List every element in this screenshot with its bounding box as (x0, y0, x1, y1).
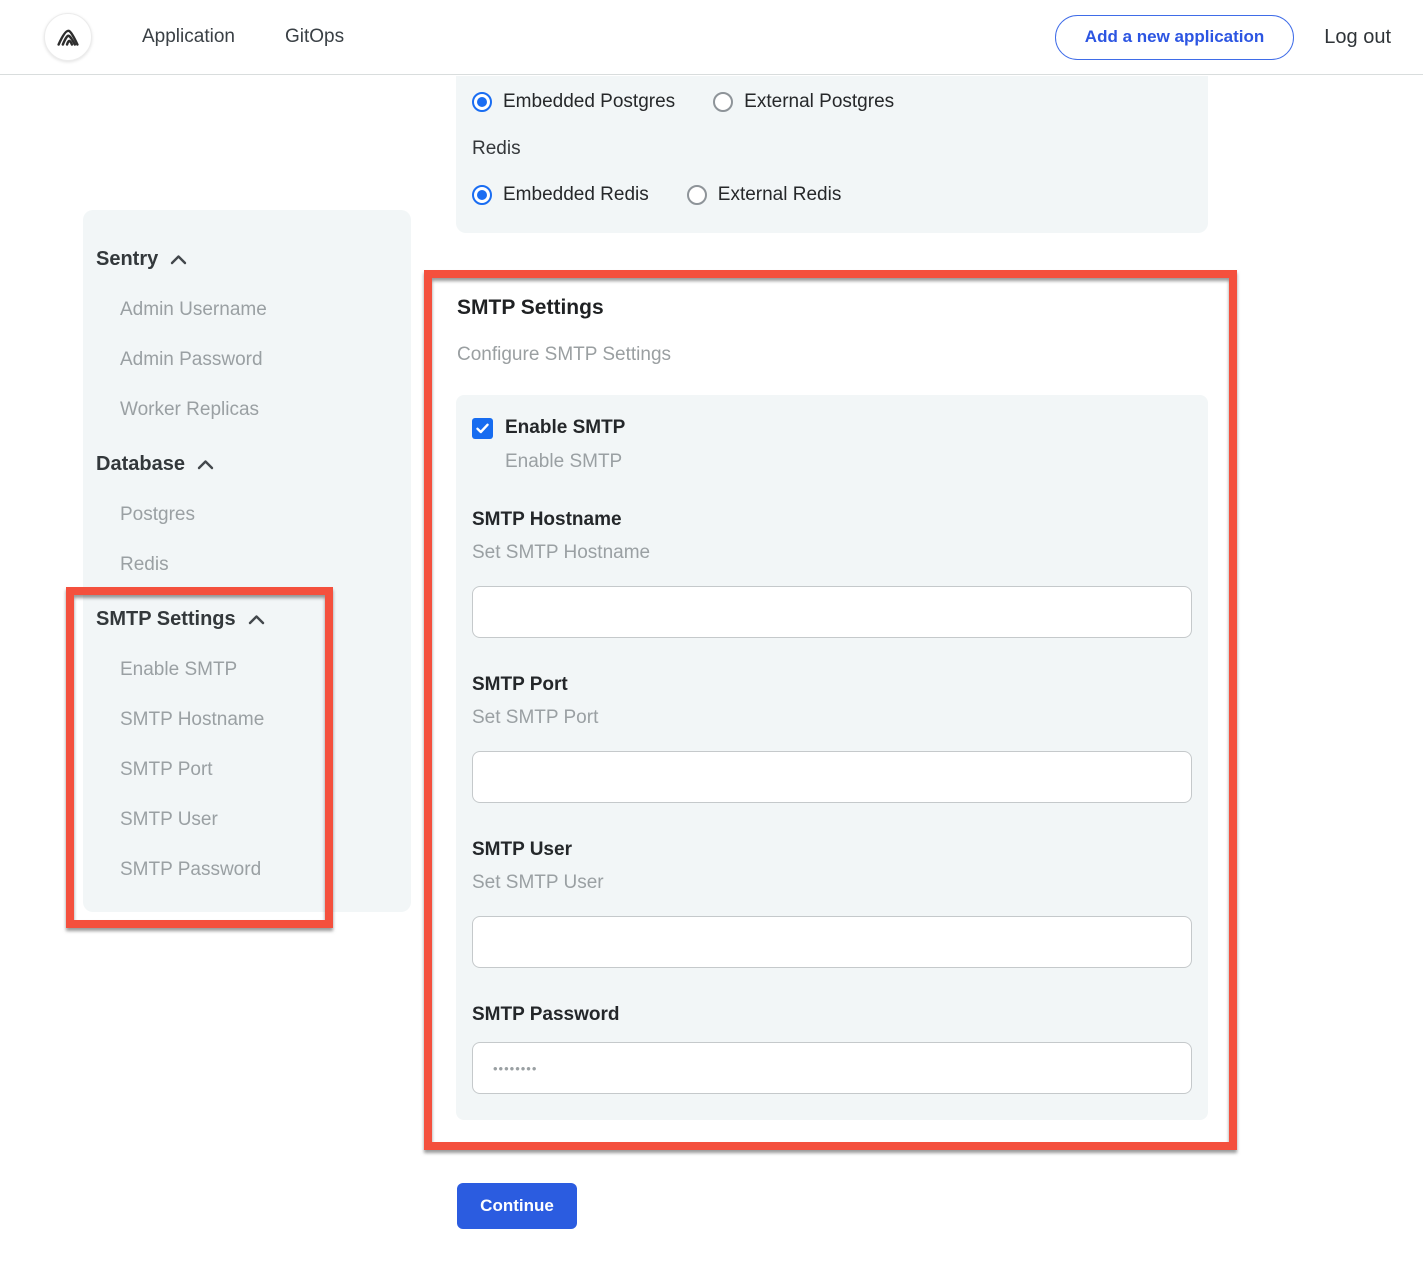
smtp-port-helper: Set SMTP Port (472, 707, 1192, 729)
sidebar-group-smtp-settings[interactable]: SMTP Settings (83, 594, 411, 645)
radio-label: External Redis (718, 184, 842, 206)
database-config-panel: Embedded Postgres External Postgres Redi… (456, 76, 1208, 233)
logout-link[interactable]: Log out (1324, 26, 1391, 49)
sidebar-item-smtp-port[interactable]: SMTP Port (83, 745, 411, 795)
smtp-section-subtitle: Configure SMTP Settings (457, 344, 671, 366)
sidebar-item-smtp-password[interactable]: SMTP Password (83, 845, 411, 895)
radio-external-postgres[interactable]: External Postgres (713, 91, 894, 113)
smtp-user-input[interactable] (472, 916, 1192, 968)
radio-label: External Postgres (744, 91, 894, 113)
smtp-hostname-helper: Set SMTP Hostname (472, 542, 1192, 564)
smtp-port-label: SMTP Port (472, 674, 1192, 696)
smtp-password-field-group: SMTP Password (472, 1004, 1192, 1094)
redis-group-label: Redis (472, 138, 1192, 160)
sidebar-group-label: SMTP Settings (96, 608, 236, 631)
sidebar-group-label: Database (96, 453, 185, 476)
smtp-port-input[interactable] (472, 751, 1192, 803)
radio-external-redis[interactable]: External Redis (687, 184, 842, 206)
smtp-password-label: SMTP Password (472, 1004, 1192, 1026)
radio-label: Embedded Redis (503, 184, 649, 206)
enable-smtp-label: Enable SMTP (505, 417, 625, 439)
smtp-hostname-input[interactable] (472, 586, 1192, 638)
sidebar-group-database[interactable]: Database (83, 439, 411, 490)
app-logo[interactable] (44, 13, 92, 61)
smtp-user-label: SMTP User (472, 839, 1192, 861)
top-nav: Application GitOps Add a new application… (0, 0, 1423, 75)
nav-item-application[interactable]: Application (142, 26, 235, 48)
redis-radio-group: Embedded Redis External Redis (472, 181, 1192, 209)
continue-button[interactable]: Continue (457, 1183, 577, 1229)
sidebar-item-smtp-user[interactable]: SMTP User (83, 795, 411, 845)
checkmark-icon (476, 423, 489, 434)
smtp-user-helper: Set SMTP User (472, 872, 1192, 894)
radio-embedded-postgres[interactable]: Embedded Postgres (472, 91, 675, 113)
enable-smtp-helper: Enable SMTP (505, 451, 1192, 473)
config-sidebar: Sentry Admin Username Admin Password Wor… (83, 210, 411, 912)
sidebar-item-enable-smtp[interactable]: Enable SMTP (83, 645, 411, 695)
nav-item-gitops[interactable]: GitOps (285, 26, 344, 48)
smtp-port-field-group: SMTP Port Set SMTP Port (472, 674, 1192, 803)
smtp-hostname-field-group: SMTP Hostname Set SMTP Hostname (472, 509, 1192, 638)
sidebar-item-postgres[interactable]: Postgres (83, 490, 411, 540)
radio-selected-icon (472, 185, 492, 205)
radio-embedded-redis[interactable]: Embedded Redis (472, 184, 649, 206)
postgres-radio-group: Embedded Postgres External Postgres (472, 88, 1192, 116)
radio-label: Embedded Postgres (503, 91, 675, 113)
radio-selected-icon (472, 92, 492, 112)
page: Application GitOps Add a new application… (0, 0, 1423, 1270)
smtp-hostname-label: SMTP Hostname (472, 509, 1192, 531)
sidebar-group-sentry[interactable]: Sentry (83, 234, 411, 285)
sidebar-item-redis[interactable]: Redis (83, 540, 411, 590)
smtp-section-title: SMTP Settings (457, 296, 604, 320)
sidebar-group-label: Sentry (96, 248, 158, 271)
radio-unselected-icon (687, 185, 707, 205)
chevron-up-icon (197, 459, 214, 470)
smtp-password-input[interactable] (472, 1042, 1192, 1094)
smtp-settings-panel: Enable SMTP Enable SMTP SMTP Hostname Se… (456, 395, 1208, 1120)
checkbox-checked-icon (472, 418, 493, 439)
chevron-up-icon (170, 254, 187, 265)
sidebar-item-smtp-hostname[interactable]: SMTP Hostname (83, 695, 411, 745)
app-logo-icon (53, 22, 83, 52)
sidebar-item-worker-replicas[interactable]: Worker Replicas (83, 385, 411, 435)
enable-smtp-checkbox[interactable]: Enable SMTP (472, 417, 1192, 439)
sidebar-item-admin-password[interactable]: Admin Password (83, 335, 411, 385)
chevron-up-icon (248, 614, 265, 625)
add-application-button[interactable]: Add a new application (1055, 15, 1294, 60)
smtp-user-field-group: SMTP User Set SMTP User (472, 839, 1192, 968)
radio-unselected-icon (713, 92, 733, 112)
sidebar-item-admin-username[interactable]: Admin Username (83, 285, 411, 335)
